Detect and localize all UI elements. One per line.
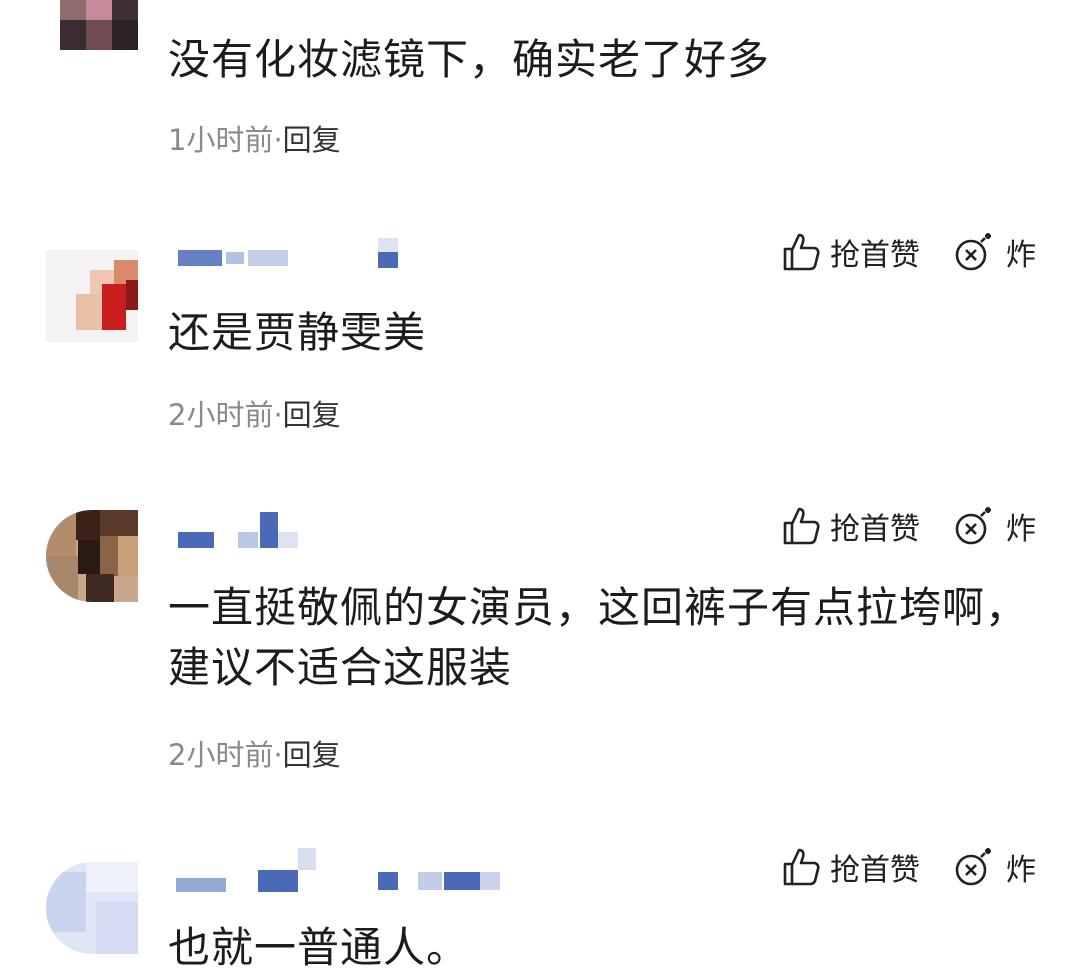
avatar[interactable]: [46, 250, 138, 342]
meta-separator: ·: [273, 738, 283, 772]
bomb-label: 炸: [1006, 853, 1036, 888]
avatar[interactable]: [46, 510, 138, 602]
like-label: 抢首赞: [830, 512, 920, 547]
comment-time: 2小时前: [168, 398, 274, 432]
comment-time: 2小时前: [168, 738, 274, 772]
reply-button[interactable]: 回复: [283, 123, 341, 157]
comment-text: 也就一普通人。: [168, 923, 470, 968]
reply-button[interactable]: 回复: [283, 738, 341, 772]
like-button[interactable]: 抢首赞: [782, 230, 920, 274]
reply-button[interactable]: 回复: [283, 398, 341, 432]
thumbs-up-icon: [782, 231, 822, 273]
meta-separator: ·: [273, 398, 283, 432]
bomb-button[interactable]: 炸: [954, 504, 1036, 548]
bomb-label: 炸: [1006, 238, 1036, 273]
bomb-label: 炸: [1006, 512, 1036, 547]
comment-text: 没有化妆滤镜下，确实老了好多: [168, 35, 771, 84]
avatar[interactable]: [60, 0, 138, 50]
bomb-icon: [954, 505, 998, 547]
thumbs-up-icon: [782, 846, 822, 888]
like-label: 抢首赞: [830, 853, 920, 888]
bomb-icon: [954, 231, 998, 273]
avatar[interactable]: [46, 862, 138, 954]
comment-time: 1小时前: [168, 123, 274, 157]
username-blurred[interactable]: [168, 512, 308, 548]
like-button[interactable]: 抢首赞: [782, 845, 920, 889]
meta-separator: ·: [273, 123, 283, 157]
comment-actions: 抢首赞 炸: [782, 845, 1036, 889]
comment-meta: 2小时前·回复: [168, 392, 341, 434]
username-blurred[interactable]: [168, 848, 508, 892]
like-button[interactable]: 抢首赞: [782, 504, 920, 548]
comment-text: 还是贾静雯美: [168, 308, 427, 357]
username-blurred[interactable]: [168, 238, 408, 268]
comment-actions: 抢首赞 炸: [782, 504, 1036, 548]
comment-actions: 抢首赞 炸: [782, 230, 1036, 274]
bomb-icon: [954, 846, 998, 888]
bomb-button[interactable]: 炸: [954, 230, 1036, 274]
comment-meta: 2小时前·回复: [168, 732, 341, 774]
bomb-button[interactable]: 炸: [954, 845, 1036, 889]
comment-meta: 1小时前·回复: [168, 117, 341, 159]
thumbs-up-icon: [782, 505, 822, 547]
like-label: 抢首赞: [830, 238, 920, 273]
comment-text: 一直挺敬佩的女演员，这回裤子有点拉垮啊，建议不适合这服装: [168, 583, 1029, 692]
